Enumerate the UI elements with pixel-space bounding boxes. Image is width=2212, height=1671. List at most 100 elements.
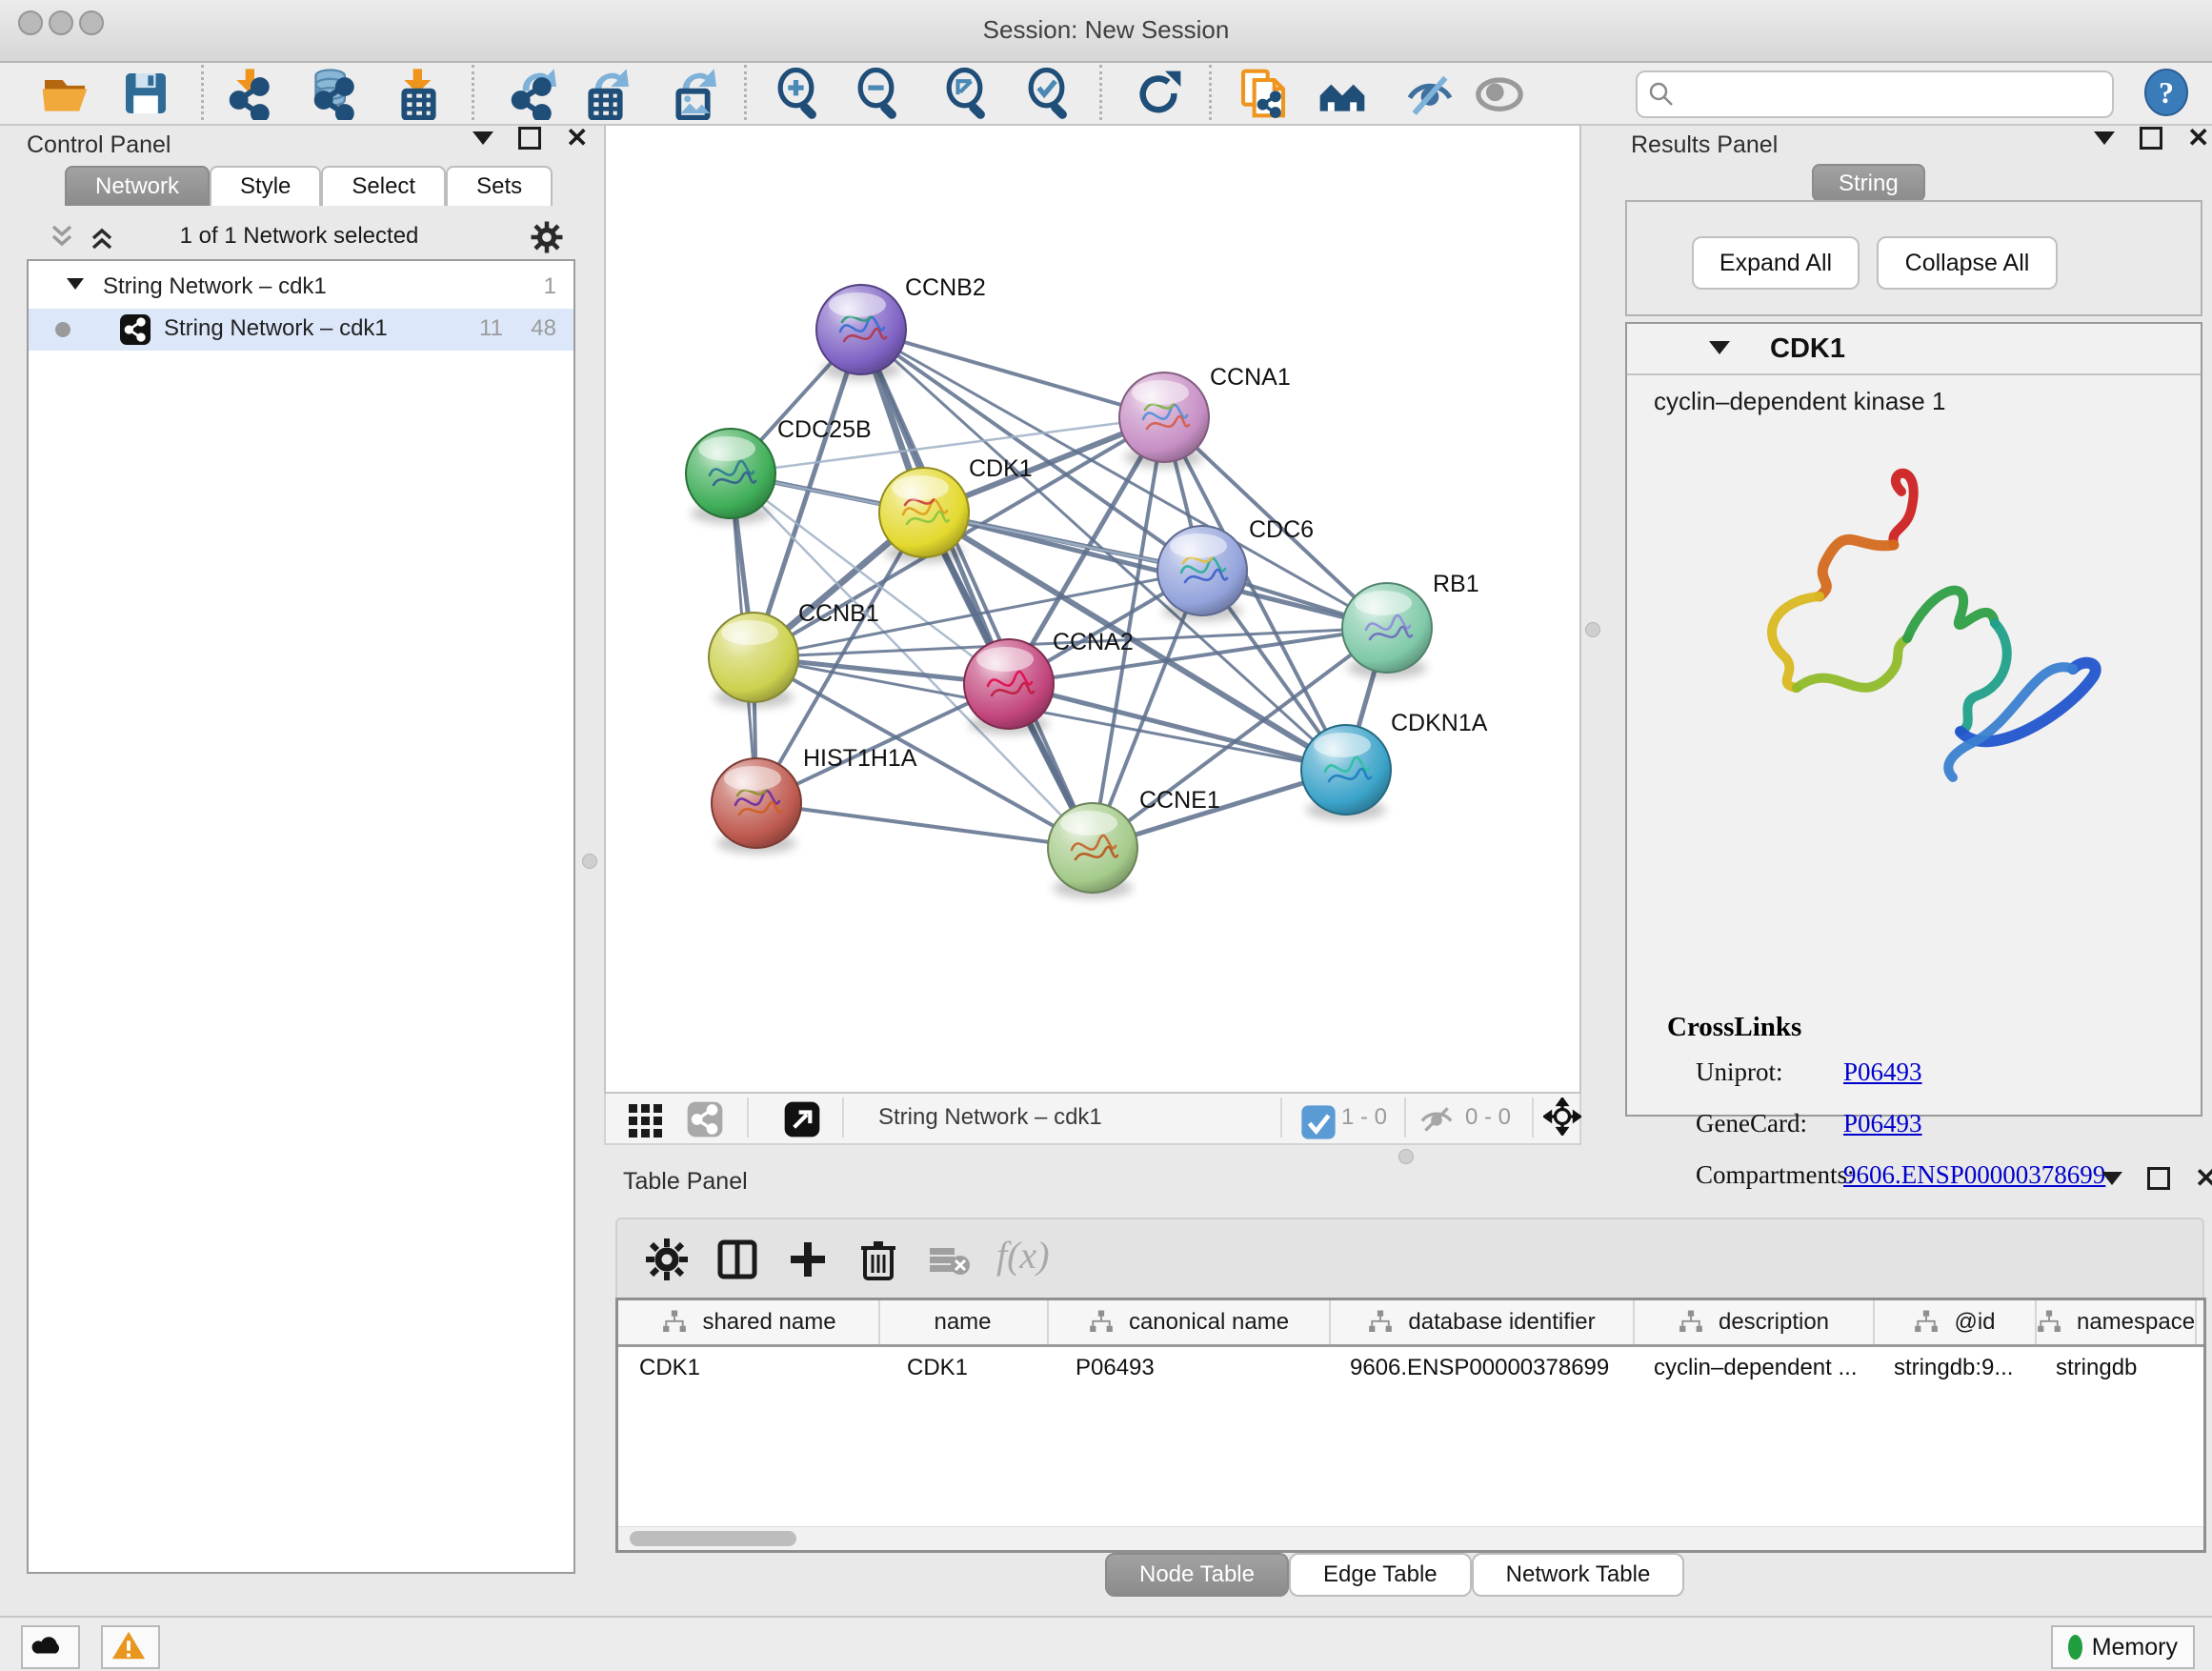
scrollbar-thumb[interactable] [630, 1531, 796, 1546]
edge-HIST1H1A-CCNE1[interactable] [756, 803, 1093, 848]
panel-menu-icon[interactable] [473, 131, 493, 145]
show-columns-icon[interactable] [714, 1237, 760, 1282]
cell-name[interactable]: CDK1 [878, 1347, 1047, 1389]
panel-close-icon[interactable]: ✕ [2187, 129, 2209, 148]
network-view-toolbar: String Network – cdk1 1 - 0 0 - 0 [604, 1094, 1581, 1145]
zoom-in-icon[interactable] [773, 67, 826, 120]
tab-node-table[interactable]: Node Table [1105, 1553, 1289, 1597]
expand-all-button[interactable]: Expand All [1692, 236, 1860, 290]
save-session-icon[interactable] [119, 67, 172, 120]
first-neighbors-icon[interactable] [1316, 67, 1369, 120]
control-panel-title: Control Panel [27, 131, 171, 159]
node-HIST1H1A[interactable]: HIST1H1A [712, 745, 917, 854]
panel-close-icon[interactable]: ✕ [566, 129, 588, 148]
add-column-icon[interactable] [785, 1237, 831, 1282]
zoom-out-icon[interactable] [853, 67, 906, 120]
node-CDC25B[interactable]: CDC25B [686, 416, 872, 524]
refresh-view-icon[interactable] [1132, 67, 1185, 120]
import-network-icon[interactable] [221, 67, 274, 120]
delete-column-icon[interactable] [855, 1237, 901, 1282]
export-image-icon[interactable] [663, 67, 716, 120]
network-row-selected[interactable]: String Network – cdk1 11 48 [29, 309, 573, 351]
gene-header-row[interactable]: CDK1 [1627, 324, 2201, 375]
network-options-gear-icon[interactable] [530, 220, 564, 254]
node-RB1[interactable]: RB1 [1342, 571, 1479, 678]
fit-selected-crosshair-icon[interactable] [1543, 1097, 1587, 1141]
table-gear-icon[interactable] [644, 1237, 690, 1282]
panel-menu-icon[interactable] [2094, 131, 2115, 145]
collection-expander-icon[interactable] [67, 278, 84, 290]
share-network-icon[interactable] [686, 1100, 724, 1138]
collection-label: String Network – cdk1 [103, 273, 327, 300]
tab-sets[interactable]: Sets [446, 166, 553, 206]
panel-float-icon[interactable] [2147, 1167, 2170, 1190]
help-button[interactable]: ? [2142, 69, 2190, 116]
memory-button[interactable]: Memory [2051, 1625, 2195, 1669]
panel-close-icon[interactable]: ✕ [2195, 1169, 2212, 1188]
open-in-new-window-icon[interactable] [783, 1100, 821, 1138]
crosslink-link[interactable]: P06493 [1843, 1057, 1922, 1087]
selected-checkbox-icon[interactable] [1299, 1103, 1332, 1136]
show-all-icon[interactable] [1473, 67, 1526, 120]
panel-float-icon[interactable] [518, 127, 541, 150]
hide-selected-icon[interactable] [1403, 67, 1457, 120]
birdseye-grid-icon[interactable] [627, 1100, 665, 1138]
panel-menu-icon[interactable] [2101, 1172, 2122, 1185]
cell-@id[interactable]: stringdb:9... [1873, 1347, 2035, 1389]
gene-name: CDK1 [1770, 333, 1845, 365]
cell-database-identifier[interactable]: 9606.ENSP00000378699 [1329, 1347, 1633, 1389]
column-header-namespace[interactable]: namespace [2035, 1300, 2197, 1344]
zoom-selected-icon[interactable] [1023, 67, 1076, 120]
column-header-database-identifier[interactable]: database identifier [1329, 1300, 1635, 1344]
edge-CCNB2-CCNA1[interactable] [861, 330, 1164, 417]
cell-description[interactable]: cyclin–dependent ... [1633, 1347, 1873, 1389]
tab-select[interactable]: Select [321, 166, 446, 206]
node-CCNA1[interactable]: CCNA1 [1119, 364, 1291, 468]
cell-namespace[interactable]: stringdb [2035, 1347, 2195, 1389]
title-bar: Session: New Session [0, 0, 2212, 63]
column-header-canonical-name[interactable]: canonical name [1047, 1300, 1331, 1344]
column-header-@id[interactable]: @id [1873, 1300, 2037, 1344]
panel-float-icon[interactable] [2140, 127, 2162, 150]
export-table-icon[interactable] [575, 67, 629, 120]
window-title: Session: New Session [0, 15, 2212, 45]
import-database-icon[interactable] [306, 67, 359, 120]
network-tree: String Network – cdk1 1 String Network –… [27, 259, 575, 1574]
network-canvas[interactable]: CCNB2 CCNA1 CDC25B CDK1 CDC6 RB1 CCNB1 C… [604, 124, 1581, 1094]
vertical-splitter-handle[interactable] [1585, 622, 1600, 637]
column-header-shared-name[interactable]: shared name [618, 1300, 880, 1344]
node-table[interactable]: shared namename canonical name database … [615, 1298, 2206, 1553]
tab-network[interactable]: Network [65, 166, 210, 206]
tab-string[interactable]: String [1812, 164, 1925, 202]
import-table-icon[interactable] [389, 67, 442, 120]
search-text-field[interactable] [1683, 76, 2097, 111]
control-panel-controls: ✕ [473, 124, 588, 152]
search-input[interactable] [1636, 70, 2114, 118]
column-header-name[interactable]: name [878, 1300, 1049, 1344]
export-network-icon[interactable] [503, 67, 556, 120]
cell-canonical-name[interactable]: P06493 [1047, 1347, 1329, 1389]
tab-edge-table[interactable]: Edge Table [1289, 1553, 1472, 1597]
open-session-icon[interactable] [38, 67, 91, 120]
warning-status-button[interactable] [101, 1625, 160, 1669]
network-selection-bar: 1 of 1 Network selected [27, 215, 572, 257]
tab-network-table[interactable]: Network Table [1472, 1553, 1685, 1597]
column-header-description[interactable]: description [1633, 1300, 1875, 1344]
results-panel-controls: ✕ [2094, 124, 2209, 152]
copy-view-icon[interactable] [1237, 67, 1290, 120]
memory-label: Memory [2092, 1634, 2178, 1661]
horizontal-splitter-handle[interactable] [1398, 1149, 1414, 1164]
cloud-status-button[interactable] [21, 1625, 80, 1669]
network-collection-row[interactable]: String Network – cdk1 1 [29, 267, 573, 309]
vertical-splitter-handle[interactable] [582, 854, 597, 869]
tab-style[interactable]: Style [210, 166, 321, 206]
crosslink-link[interactable]: P06493 [1843, 1109, 1922, 1138]
cell-shared-name[interactable]: CDK1 [618, 1347, 878, 1389]
node-CDKN1A[interactable]: CDKN1A [1301, 710, 1488, 820]
string-network-graph[interactable]: CCNB2 CCNA1 CDC25B CDK1 CDC6 RB1 CCNB1 C… [606, 126, 1579, 1092]
zoom-fit-icon[interactable] [941, 67, 995, 120]
collapse-all-button[interactable]: Collapse All [1877, 236, 2058, 290]
node-label-CCNA2: CCNA2 [1053, 629, 1134, 655]
table-horizontal-scrollbar[interactable] [618, 1526, 2203, 1550]
gene-expander-icon[interactable] [1709, 341, 1730, 354]
